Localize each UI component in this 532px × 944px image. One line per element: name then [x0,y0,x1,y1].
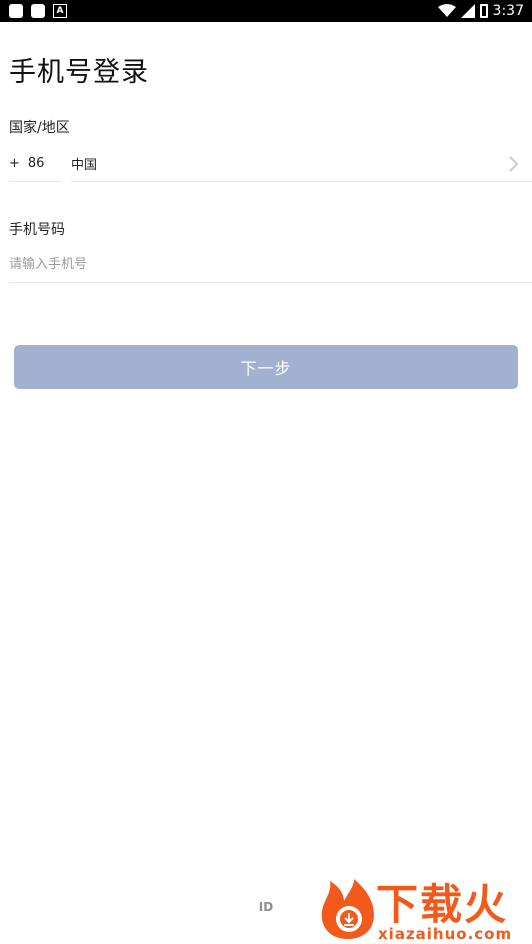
country-code-value: 86 [27,156,45,171]
next-button[interactable]: 下一步 [14,345,518,389]
region-label: 国家/地区 [9,120,70,136]
status-right-icons: 3:37 [437,2,524,20]
notification-square-icon [31,4,45,18]
watermark-subtext: xiazaihuo.com [378,925,513,943]
chevron-right-icon [509,156,519,172]
status-left-icons: A [9,4,67,18]
phone-label: 手机号码 [9,222,65,238]
country-name: 中国 [71,158,98,173]
country-selector[interactable]: 中国 [71,146,532,182]
page-title: 手机号登录 [9,57,149,88]
code-prefix: + [9,156,20,171]
phone-input[interactable] [9,247,532,283]
notification-square-icon [9,4,23,18]
country-code-field[interactable]: + 86 [9,146,61,182]
status-time: 3:37 [492,3,524,19]
battery-icon [479,4,488,18]
watermark: 下载火 xiazaihuo.com [318,875,532,944]
flame-logo-icon [321,879,374,939]
status-bar: A 3:37 [0,0,532,22]
signal-icon [460,4,475,18]
wifi-icon [437,4,456,17]
watermark-text: 下载火 [376,880,509,929]
a-icon: A [53,4,67,18]
